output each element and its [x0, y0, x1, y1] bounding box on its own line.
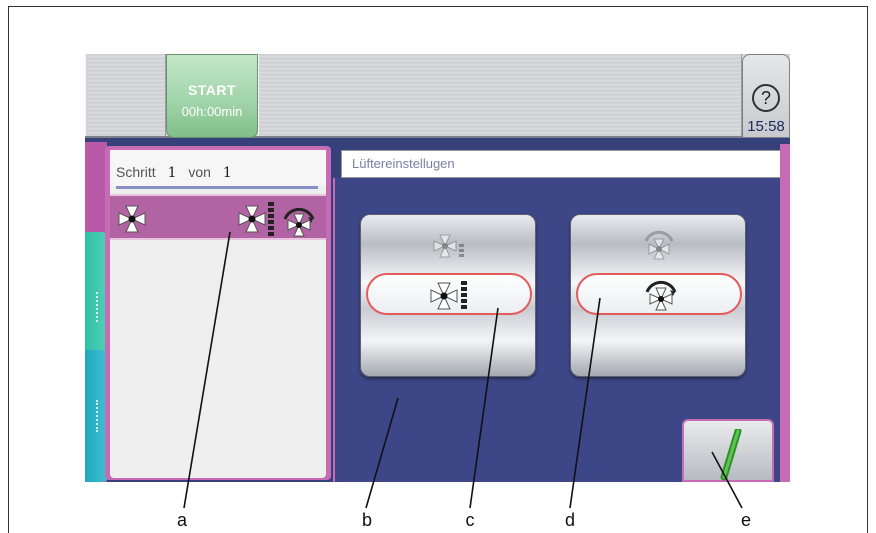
callout-label-a: a	[176, 510, 187, 530]
callout-label-d: d	[564, 510, 575, 530]
callout-label-c: c	[465, 510, 475, 530]
callout-label-e: e	[740, 510, 751, 530]
callout-line-e	[711, 451, 743, 509]
callout-line-b	[365, 397, 399, 509]
callout-line-d	[569, 297, 601, 509]
callout-line-a	[183, 231, 231, 509]
callout-label-b: b	[361, 510, 372, 530]
callout-line-c	[469, 307, 499, 509]
callout-lines	[183, 231, 743, 509]
